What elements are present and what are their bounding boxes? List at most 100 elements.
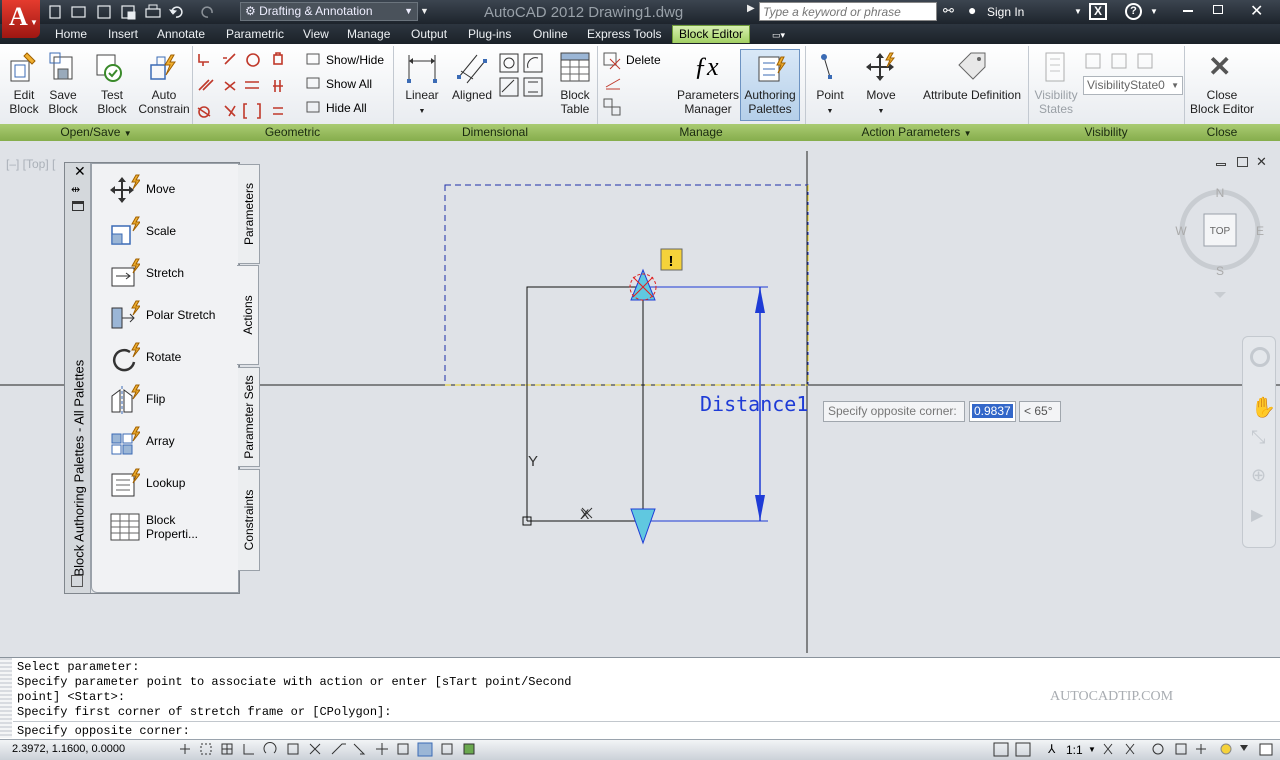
steering-wheel-icon[interactable] [1250,347,1270,367]
status-tray[interactable] [1100,741,1280,758]
palette-item-array[interactable]: Array [110,423,175,459]
save-block-button[interactable]: Save Block [41,88,85,116]
test-block-button[interactable]: Test Block [90,88,134,116]
tab-home[interactable]: Home [49,26,93,44]
attribute-definition-button[interactable]: Attribute Definition [918,88,1026,102]
pan-hand-icon[interactable]: ✋ [1251,395,1276,420]
close-icon[interactable]: ✕ [1250,1,1263,21]
annotation-scale-icon: ⅄ [1048,742,1056,756]
visibility-state-dropdown[interactable]: VisibilityState0 ▼ [1083,76,1183,95]
panel-geometric[interactable]: Geometric [192,124,393,141]
tab-output[interactable]: Output [405,26,453,44]
minimize-icon[interactable] [1183,10,1193,12]
workspace-selector[interactable]: ⚙ Drafting & Annotation ▼ [240,2,418,21]
chevron-down-icon[interactable]: ▼ [1150,7,1158,16]
palette-item-flip[interactable]: Flip [110,381,165,417]
zoom-icon[interactable]: ⤡ [1251,427,1265,448]
drafting-toggles[interactable] [176,741,480,758]
dynamic-input-distance[interactable]: 0.9837 [969,401,1016,422]
help-icon[interactable]: ? [1125,3,1142,20]
command-prompt-input[interactable]: Specify opposite corner: [17,724,190,739]
palette-close-icon[interactable]: ✕ [74,163,86,180]
edit-block-button[interactable]: Edit Block [2,88,46,116]
tab-online[interactable]: Online [527,26,574,44]
sign-in-link[interactable]: Sign In [987,5,1024,19]
delete-button[interactable]: Delete [626,53,661,67]
viewport-minimize-icon[interactable] [1216,163,1226,166]
layout-icons[interactable] [992,741,1038,758]
aligned-button[interactable]: Aligned [448,88,496,102]
parameters-manager-button[interactable]: Parameters Manager [675,88,741,116]
ribbon-minimize-icon[interactable]: ▭▾ [772,30,794,40]
tab-view[interactable]: View [297,26,335,44]
distance-parameter-label: Distance1 [700,392,808,416]
visibility-states-button[interactable]: Visibility States [1031,88,1081,116]
linear-button[interactable]: Linear ▼ [400,88,444,119]
coordinate-readout[interactable]: 2.3972, 1.1600, 0.0000 [12,743,125,755]
edit-block-icon [10,52,36,82]
panel-dimensional[interactable]: Dimensional [393,124,597,141]
palette-item-stretch-label: Stretch [146,266,185,280]
binoculars-icon[interactable]: ⚯ [943,3,954,19]
close-block-editor-button[interactable]: Close Block Editor [1186,88,1258,116]
panel-close[interactable]: Close [1184,124,1260,141]
panel-action-parameters[interactable]: Action Parameters ▼ [805,124,1028,141]
show-hide-button[interactable]: Show/Hide [326,53,384,67]
restore-icon[interactable] [1213,5,1223,14]
palette-item-scale[interactable]: Scale [110,213,176,249]
dynamic-input-angle[interactable]: < 65° [1019,401,1061,422]
palette-autohide-icon[interactable]: ⇹ [71,183,80,196]
palette-item-lookup[interactable]: Lookup [110,465,185,501]
palette-item-polar-stretch[interactable]: Polar Stretch [110,297,215,333]
show-all-button[interactable]: Show All [326,77,372,91]
app-menu-button[interactable]: A ▼ [2,0,40,38]
visibility-states-icon [1045,52,1065,82]
point-button[interactable]: Point ▼ [808,88,852,119]
chevron-down-icon[interactable]: ▼ [1088,745,1096,754]
palette-dock-icon[interactable] [71,575,83,587]
panel-visibility[interactable]: Visibility [1028,124,1184,141]
auto-constrain-button[interactable]: Auto Constrain [137,88,191,116]
viewport-restore-icon[interactable] [1237,157,1248,167]
panel-manage[interactable]: Manage [597,124,805,141]
exchange-icon[interactable]: X [1089,3,1107,20]
palette-item-stretch[interactable]: Stretch [110,255,184,291]
orbit-icon[interactable]: ⊕ [1251,465,1266,486]
move-button[interactable]: Move ▼ [858,88,904,119]
chevron-down-icon[interactable]: ▼ [1074,7,1082,16]
palette-properties-icon[interactable] [72,201,84,211]
authoring-palettes-button[interactable]: Authoring Palettes [740,49,800,121]
palette-item-move[interactable]: Move [110,171,175,207]
tab-parametric[interactable]: Parametric [220,26,290,44]
geometric-constraints-grid[interactable] [195,50,291,120]
command-line-grip[interactable] [0,658,12,738]
tab-annotate[interactable]: Annotate [151,26,211,44]
panel-open-save[interactable]: Open/Save ▼ [0,124,192,141]
palette-tab-parameter-sets[interactable]: Parameter Sets [238,367,260,467]
customize-toolbar-button[interactable]: ▼ [420,2,432,21]
viewcube[interactable]: TOP N S E W [1170,182,1270,302]
tab-insert[interactable]: Insert [102,26,144,44]
compass-w-label: W [1175,224,1187,238]
tab-block-editor[interactable]: Block Editor [672,25,751,43]
palette-item-rotate-label: Rotate [146,350,182,364]
viewport-close-icon[interactable]: ✕ [1256,154,1267,170]
palette-tab-actions[interactable]: Actions [237,265,259,365]
tab-plugins[interactable]: Plug-ins [462,26,517,44]
chevron-down-icon: ▼ [418,108,426,115]
dimension-constraints-grid[interactable] [498,52,546,100]
palette-tab-parameters[interactable]: Parameters [238,164,260,264]
expand-search-icon[interactable]: ▶ [747,3,755,14]
hide-all-button[interactable]: Hide All [326,101,367,115]
tab-manage[interactable]: Manage [341,26,396,44]
palette-tab-constraints[interactable]: Constraints [238,469,260,571]
dimension-arrow-top [755,287,765,313]
block-table-button[interactable]: Block Table [552,88,598,116]
flip-action-icon [111,384,140,414]
palette-item-rotate[interactable]: Rotate [110,339,181,375]
annotation-scale[interactable]: 1:1 [1066,743,1083,757]
palette-item-block-properties[interactable]: Block Properti... [110,507,198,547]
search-input[interactable] [759,2,937,21]
showmotion-icon[interactable]: ▶ [1251,505,1263,525]
tab-express-tools[interactable]: Express Tools [581,26,667,44]
